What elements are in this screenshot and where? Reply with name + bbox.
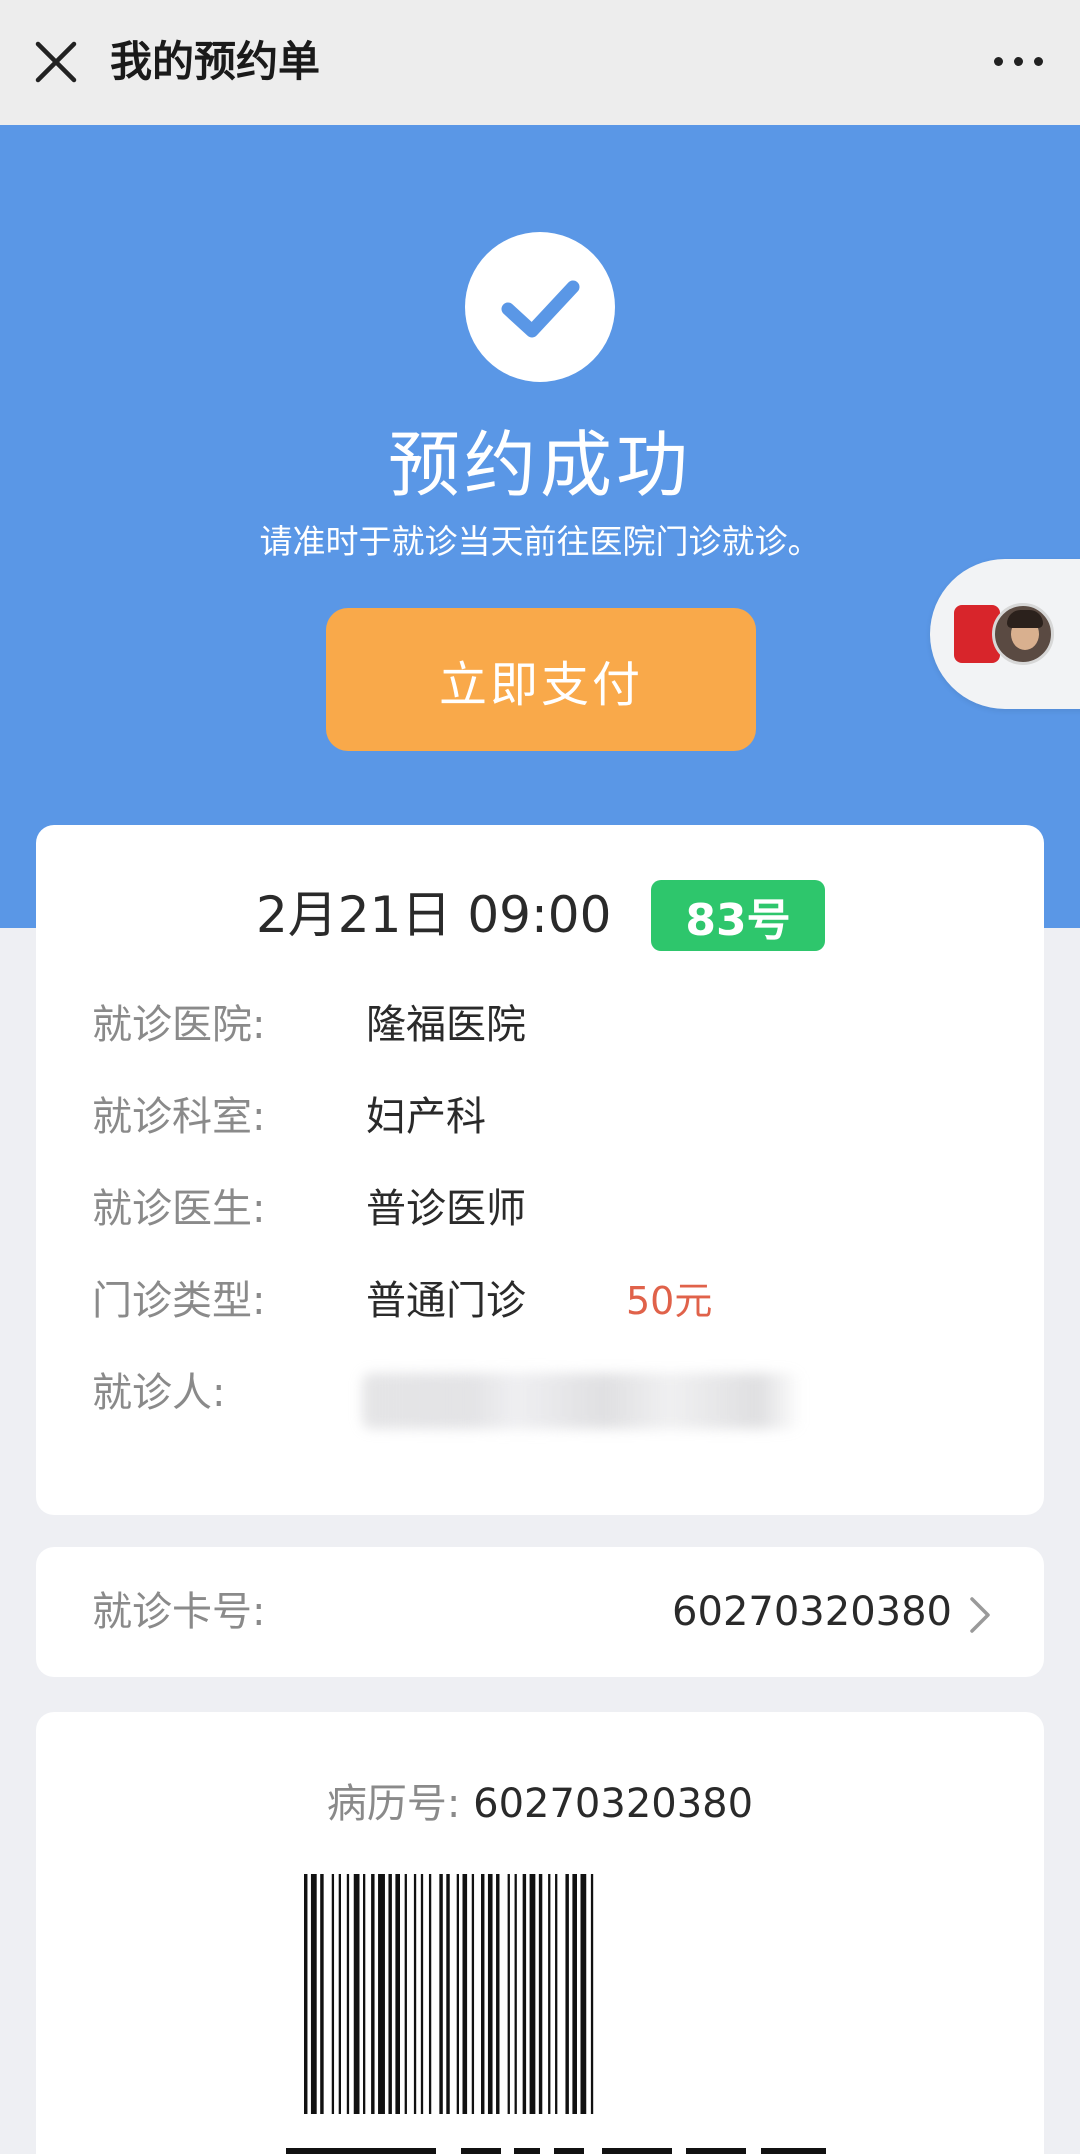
avatar-icon (992, 603, 1054, 665)
barcode-secondary-icon (286, 2148, 826, 2154)
medical-card-number: 60270320380 (672, 1589, 952, 1635)
success-banner: 预约成功 请准时于就诊当天前往医院门诊就诊。 立即支付 (0, 125, 1080, 928)
department-value: 妇产科 (366, 1094, 486, 1140)
doctor-label: 就诊医生: (92, 1186, 266, 1232)
appointment-datetime: 2月21日 09:00 (256, 886, 612, 944)
clinic-type-value: 普通门诊 (366, 1278, 526, 1324)
barcode-icon (304, 1874, 594, 2114)
more-icon[interactable] (994, 54, 1044, 68)
hospital-label: 就诊医院: (92, 1002, 266, 1048)
patient-info-redacted (362, 1373, 802, 1429)
success-title: 预约成功 (387, 423, 692, 507)
appointment-card: 2月21日 09:00 83号 就诊医院: 隆福医院 就诊科室: 妇产科 就诊医… (36, 825, 1044, 1515)
medical-card-label: 就诊卡号: (92, 1589, 266, 1635)
doctor-value: 普诊医师 (366, 1186, 526, 1232)
barcode-card: 病历号: 60270320380 (36, 1712, 1044, 2154)
department-label: 就诊科室: (92, 1094, 266, 1140)
record-number-value: 60270320380 (473, 1781, 754, 1827)
doctor-row: 就诊医生: 普诊医师 (92, 1179, 1012, 1239)
floating-widget[interactable] (930, 559, 1080, 709)
patient-label: 就诊人: (92, 1370, 226, 1416)
fee-amount: 50元 (626, 1279, 713, 1323)
record-number-label: 病历号: (326, 1781, 461, 1827)
patient-row: 就诊人: (92, 1363, 1012, 1429)
page-title: 我的预约单 (110, 37, 321, 86)
queue-number-badge: 83号 (651, 880, 825, 951)
hospital-row: 就诊医院: 隆福医院 (92, 995, 1012, 1055)
hospital-value: 隆福医院 (366, 1002, 526, 1048)
record-number-line: 病历号: 60270320380 (36, 1774, 1044, 1834)
close-icon[interactable] (34, 40, 78, 84)
check-circle-icon (465, 232, 615, 382)
top-nav-bar: 我的预约单 (0, 0, 1080, 125)
medical-card-row[interactable]: 就诊卡号: 60270320380 (36, 1547, 1044, 1677)
chevron-right-icon (970, 1597, 990, 1633)
success-subtitle: 请准时于就诊当天前往医院门诊就诊。 (259, 522, 821, 561)
pay-now-button[interactable]: 立即支付 (326, 608, 756, 751)
clinic-type-label: 门诊类型: (92, 1278, 266, 1324)
department-row: 就诊科室: 妇产科 (92, 1087, 1012, 1147)
clinic-type-row: 门诊类型: 普通门诊 50元 (92, 1271, 1012, 1331)
